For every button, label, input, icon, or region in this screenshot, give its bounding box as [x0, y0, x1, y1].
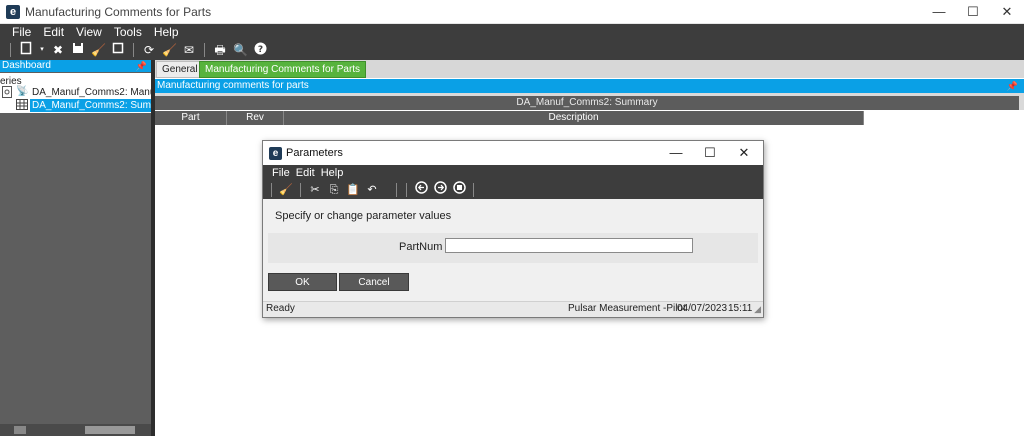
dashboard-title: Dashboard [2, 60, 51, 71]
horizontal-scrollbar[interactable] [0, 424, 151, 436]
satellite-icon: 📡 [16, 86, 29, 97]
memo-icon[interactable] [111, 42, 125, 58]
paste-icon[interactable]: 📋 [346, 182, 360, 198]
save-icon[interactable] [71, 42, 85, 58]
send-icon[interactable]: ✉ [182, 42, 196, 58]
toolbar-separator [406, 183, 407, 197]
cancel-button[interactable]: Cancel [339, 273, 409, 291]
menu-edit[interactable]: Edit [37, 24, 70, 40]
app-logo-icon: e [269, 147, 282, 160]
scroll-left-area[interactable] [14, 426, 26, 434]
toolbar-separator [133, 43, 134, 57]
toolbar-separator [396, 183, 397, 197]
print-icon[interactable]: 🖶 [213, 42, 227, 58]
column-header-rev[interactable]: Rev [227, 111, 284, 125]
menu-help[interactable]: Help [148, 24, 185, 40]
dialog-minimize-button[interactable]: — [661, 143, 691, 163]
title-bar: e Manufacturing Comments for Parts — ☐ ✕ [0, 0, 1024, 24]
status-date: 04/07/2023 [677, 303, 728, 314]
dialog-menu-help[interactable]: Help [318, 167, 347, 180]
tree-item-manufacturing[interactable]: DA_Manuf_Comms2: Manufa [32, 87, 164, 98]
menu-tools[interactable]: Tools [108, 24, 148, 40]
tab-general[interactable]: General [156, 61, 204, 78]
close-button[interactable]: ✕ [990, 0, 1024, 24]
delete-icon[interactable]: ✖ [51, 42, 65, 58]
dashboard-header: Dashboard 📌 [0, 60, 151, 72]
grid-icon [16, 99, 28, 113]
pin-icon[interactable]: 📌 [136, 60, 147, 72]
tab-manufacturing-comments[interactable]: Manufacturing Comments for Parts [199, 61, 367, 78]
pin-icon[interactable]: 📌 [1007, 79, 1018, 93]
clear-icon[interactable]: 🧹 [91, 42, 106, 58]
dialog-menu-bar: File Edit Help [269, 167, 346, 180]
section-header: Manufacturing comments for parts 📌 [155, 79, 1024, 93]
clear-icon[interactable]: 🧹 [279, 182, 293, 198]
window-title: Manufacturing Comments for Parts [25, 5, 212, 19]
ok-button[interactable]: OK [268, 273, 337, 291]
scrollbar-thumb[interactable] [85, 426, 135, 434]
main-toolbar: ▾ ✖ 🧹 ⟳ 🧹 ✉ 🖶 🔍 ? [8, 41, 267, 59]
partnum-label: PartNum [399, 241, 443, 253]
status-time: 15:11 [728, 303, 753, 314]
dialog-title-bar: e Parameters — ☐ ✕ [263, 141, 763, 165]
toolbar-separator [10, 43, 11, 57]
dialog-close-button[interactable]: ✕ [729, 143, 759, 163]
dialog-maximize-button[interactable]: ☐ [695, 143, 725, 163]
instruction-text: Specify or change parameter values [275, 210, 452, 222]
new-icon[interactable] [19, 41, 33, 59]
svg-text:?: ? [257, 45, 262, 55]
cut-icon[interactable]: ✂ [308, 182, 322, 198]
dialog-title: Parameters [286, 147, 343, 159]
clear-all-icon[interactable]: 🧹 [162, 42, 177, 58]
dialog-toolbar: 🧹 ✂ ⎘ 📋 ↶ [269, 181, 476, 199]
help-icon[interactable]: ? [253, 42, 267, 59]
copy-icon[interactable]: ⎘ [327, 182, 341, 198]
toolbar-separator [473, 183, 474, 197]
section-title: Manufacturing comments for parts [157, 80, 309, 91]
back-icon[interactable] [414, 181, 428, 199]
column-header-description[interactable]: Description [284, 111, 864, 125]
menu-view[interactable]: View [70, 24, 108, 40]
dashboard-panel [0, 60, 151, 436]
status-company: Pulsar Measurement -Pilot [568, 303, 686, 314]
partnum-input[interactable] [445, 238, 693, 253]
minimize-button[interactable]: — [922, 0, 956, 24]
toolbar-separator [271, 183, 272, 197]
dialog-menu-edit[interactable]: Edit [293, 167, 318, 180]
tree-item-summary[interactable]: DA_Manuf_Comms2: Summa [30, 99, 151, 112]
maximize-button[interactable]: ☐ [956, 0, 990, 24]
dropdown-icon[interactable]: ▾ [39, 42, 45, 58]
resize-grip-icon[interactable]: ◢ [754, 304, 761, 315]
forward-icon[interactable] [433, 181, 447, 199]
menu-bar: File Edit View Tools Help [0, 24, 185, 40]
undo-icon[interactable]: ↶ [365, 182, 379, 198]
toolbar-separator [300, 183, 301, 197]
toolbar-separator [204, 43, 205, 57]
print-preview-icon[interactable]: 🔍 [233, 42, 248, 58]
dialog-menu-file[interactable]: File [269, 167, 293, 180]
refresh-icon[interactable]: ⟳ [142, 42, 156, 58]
query-icon [2, 86, 13, 101]
status-text: Ready [266, 303, 295, 314]
column-header-part[interactable]: Part [155, 111, 227, 125]
menu-file[interactable]: File [0, 24, 37, 40]
parameters-dialog: e Parameters — ☐ ✕ File Edit Help 🧹 ✂ ⎘ … [262, 140, 764, 318]
app-logo-icon: e [6, 5, 20, 19]
stop-icon[interactable] [452, 181, 466, 199]
summary-header: DA_Manuf_Comms2: Summary [155, 96, 1019, 110]
